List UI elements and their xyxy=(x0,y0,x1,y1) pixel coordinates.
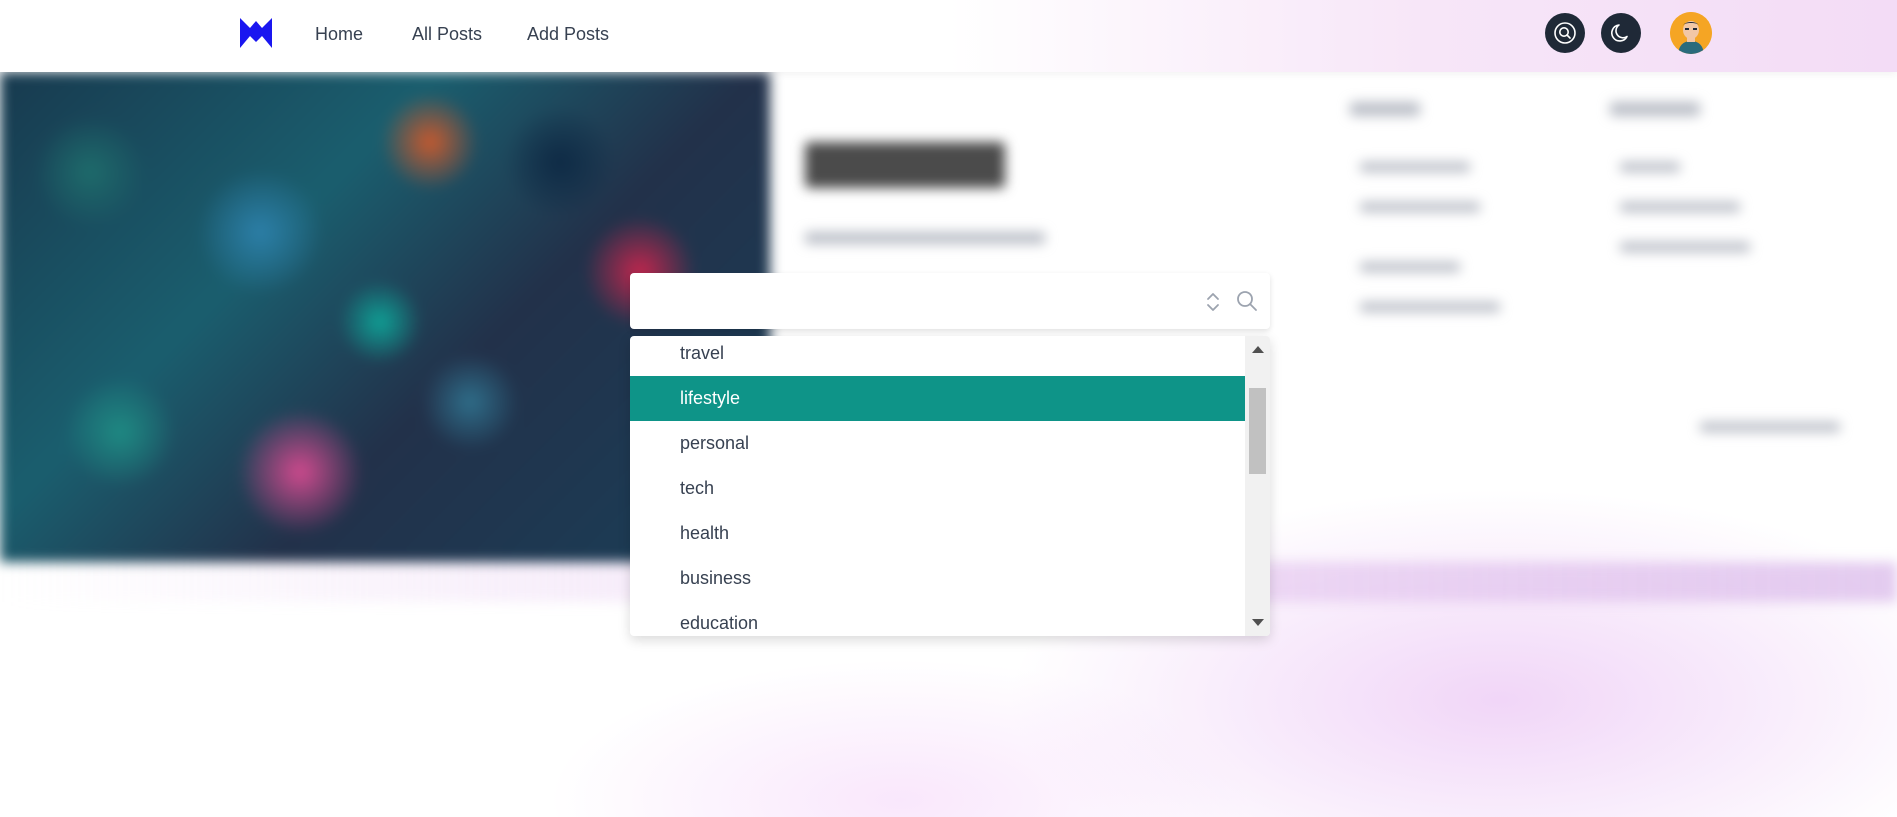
option-tech[interactable]: tech xyxy=(630,466,1245,511)
category-search-input[interactable] xyxy=(630,273,1190,329)
nav-add-posts-link[interactable]: Add Posts xyxy=(527,24,609,45)
category-search-box xyxy=(630,273,1270,329)
category-dropdown-list[interactable]: travel lifestyle personal tech health bu… xyxy=(630,336,1270,636)
scroll-down-arrow-icon[interactable] xyxy=(1252,619,1264,626)
option-lifestyle[interactable]: lifestyle xyxy=(630,376,1245,421)
scrollbar-thumb[interactable] xyxy=(1249,388,1266,474)
moon-icon xyxy=(1611,24,1628,42)
search-button[interactable] xyxy=(1545,13,1585,53)
blurred-line xyxy=(1610,102,1700,116)
option-education[interactable]: education xyxy=(630,601,1245,636)
blurred-line xyxy=(1700,422,1840,432)
blurred-line xyxy=(1360,262,1460,272)
featured-post-title-blurred xyxy=(805,142,1005,188)
blurred-line xyxy=(1360,202,1480,212)
option-travel[interactable]: travel xyxy=(630,336,1245,376)
top-navbar: Home All Posts Add Posts xyxy=(0,0,1897,72)
chevron-up-down-icon[interactable] xyxy=(1206,290,1220,314)
blurred-line xyxy=(1620,202,1740,212)
blurred-line xyxy=(1360,162,1470,172)
user-avatar-icon xyxy=(1670,12,1712,54)
blurred-line xyxy=(1620,162,1680,172)
option-business[interactable]: business xyxy=(630,556,1245,601)
user-avatar[interactable] xyxy=(1670,12,1712,54)
search-icon[interactable] xyxy=(1236,290,1258,312)
nav-home-link[interactable]: Home xyxy=(315,24,363,45)
theme-toggle-button[interactable] xyxy=(1601,13,1641,53)
dropdown-scrollbar[interactable] xyxy=(1245,336,1270,636)
nav-all-posts-link[interactable]: All Posts xyxy=(412,24,482,45)
search-circle-icon xyxy=(1554,22,1576,44)
scroll-up-arrow-icon[interactable] xyxy=(1252,346,1264,353)
blurred-line xyxy=(1360,302,1500,312)
brand-logo-icon[interactable] xyxy=(240,18,272,48)
option-health[interactable]: health xyxy=(630,511,1245,556)
blurred-line xyxy=(1350,102,1420,116)
blurred-line xyxy=(805,232,1045,244)
option-personal[interactable]: personal xyxy=(630,421,1245,466)
blurred-line xyxy=(1620,242,1750,252)
